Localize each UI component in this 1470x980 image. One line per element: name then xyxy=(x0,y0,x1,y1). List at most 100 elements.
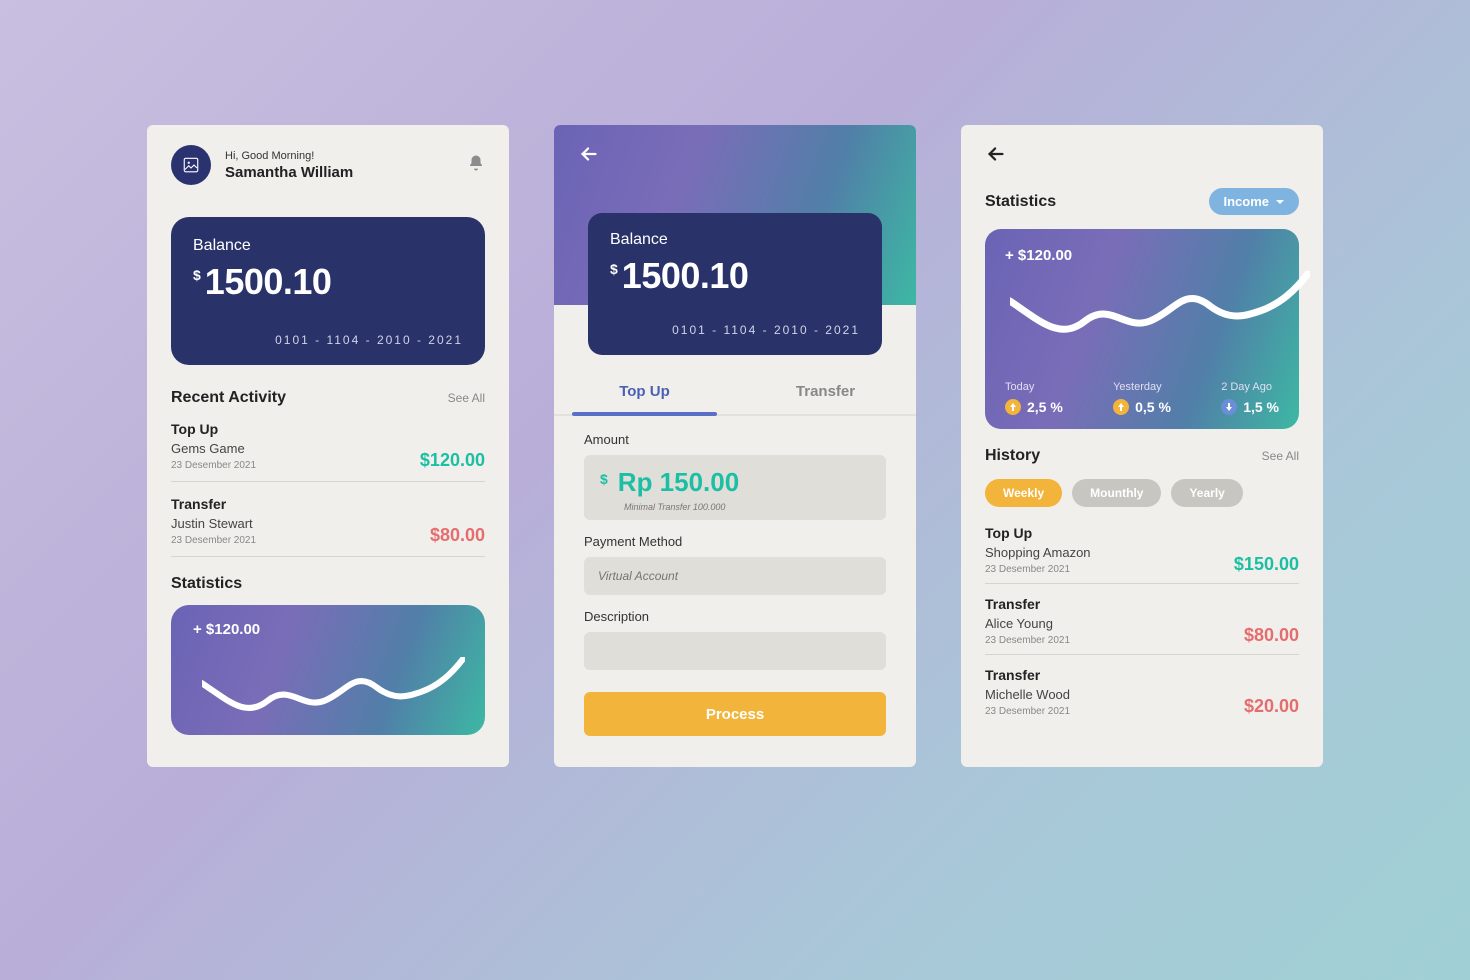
balance-card[interactable]: Balance $ 1500.10 0101 - 1104 - 2010 - 2… xyxy=(588,213,882,355)
history-item[interactable]: Top Up Shopping Amazon 23 Desember 2021 … xyxy=(985,513,1299,584)
balance-currency: $ xyxy=(610,261,618,277)
amount-currency: $ xyxy=(600,471,608,487)
tab-topup[interactable]: Top Up xyxy=(554,369,735,414)
activity-title: Top Up xyxy=(171,421,256,437)
method-input[interactable] xyxy=(584,557,886,595)
statistics-screen: Statistics Income + $120.00 Today 2,5 % xyxy=(961,125,1323,767)
stats-header: Statistics Income xyxy=(985,188,1299,215)
home-header: Hi, Good Morning! Samantha William xyxy=(147,125,509,197)
history-item[interactable]: Transfer Michelle Wood 23 Desember 2021 … xyxy=(985,655,1299,725)
period-chips: Weekly Mounthly Yearly xyxy=(985,479,1299,507)
history-item-date: 23 Desember 2021 xyxy=(985,706,1070,717)
chip-weekly[interactable]: Weekly xyxy=(985,479,1062,507)
stat-value: 0,5 % xyxy=(1135,399,1171,415)
history-item-date: 23 Desember 2021 xyxy=(985,564,1091,575)
chevron-down-icon xyxy=(1275,197,1285,207)
chip-yearly[interactable]: Yearly xyxy=(1171,479,1242,507)
history-item-title: Transfer xyxy=(985,596,1070,612)
recent-see-all[interactable]: See All xyxy=(448,391,485,405)
stats-delta: + $120.00 xyxy=(193,621,463,638)
description-input[interactable] xyxy=(584,632,886,670)
sparkline-chart xyxy=(1010,271,1310,351)
history-see-all[interactable]: See All xyxy=(1262,449,1299,463)
history-item-title: Transfer xyxy=(985,667,1070,683)
arrow-left-icon xyxy=(985,143,1007,165)
greeting-block: Hi, Good Morning! Samantha William xyxy=(225,150,353,181)
card-number: 0101 - 1104 - 2010 - 2021 xyxy=(275,333,463,347)
balance-label: Balance xyxy=(193,237,463,255)
history-item-sub: Alice Young xyxy=(985,616,1070,631)
history-header: History See All xyxy=(985,447,1299,465)
activity-item[interactable]: Transfer Justin Stewart 23 Desember 2021… xyxy=(171,482,485,557)
history-item-date: 23 Desember 2021 xyxy=(985,635,1070,646)
tab-transfer[interactable]: Transfer xyxy=(735,369,916,414)
stat-col: Today 2,5 % xyxy=(1005,381,1063,415)
activity-date: 23 Desember 2021 xyxy=(171,460,256,471)
header-gradient: Balance $ 1500.10 0101 - 1104 - 2010 - 2… xyxy=(554,125,916,305)
home-screen: Hi, Good Morning! Samantha William Balan… xyxy=(147,125,509,767)
process-button[interactable]: Process xyxy=(584,692,886,736)
history-item-title: Top Up xyxy=(985,525,1091,541)
stats-title: Statistics xyxy=(171,575,242,593)
recent-title: Recent Activity xyxy=(171,389,286,407)
stat-value: 2,5 % xyxy=(1027,399,1063,415)
stats-card[interactable]: + $120.00 xyxy=(171,605,485,735)
stat-col: 2 Day Ago 1,5 % xyxy=(1221,381,1279,415)
activity-sub: Gems Game xyxy=(171,441,256,456)
method-label: Payment Method xyxy=(584,534,886,549)
stat-columns: Today 2,5 % Yesterday 0,5 % 2 Day Ago xyxy=(1005,381,1279,415)
history-item-amount: $20.00 xyxy=(1244,696,1299,717)
history-title: History xyxy=(985,447,1040,465)
sparkline-chart xyxy=(202,657,465,727)
image-icon xyxy=(182,156,200,174)
back-button[interactable] xyxy=(985,143,1299,170)
activity-item[interactable]: Top Up Gems Game 23 Desember 2021 $120.0… xyxy=(171,407,485,482)
stats-delta: + $120.00 xyxy=(1005,247,1279,264)
topup-screen: Balance $ 1500.10 0101 - 1104 - 2010 - 2… xyxy=(554,125,916,767)
stat-label: Yesterday xyxy=(1113,381,1171,393)
activity-amount: $120.00 xyxy=(420,450,485,471)
amount-value: Rp 150.00 xyxy=(618,467,739,498)
bell-icon[interactable] xyxy=(467,154,485,177)
arrow-left-icon xyxy=(578,143,600,165)
stat-value: 1,5 % xyxy=(1243,399,1279,415)
income-filter-label: Income xyxy=(1223,194,1269,209)
arrow-down-icon xyxy=(1221,399,1237,415)
stats-header: Statistics xyxy=(147,575,509,593)
arrow-up-icon xyxy=(1005,399,1021,415)
user-name: Samantha William xyxy=(225,164,353,181)
activity-title: Transfer xyxy=(171,496,256,512)
activity-list: Top Up Gems Game 23 Desember 2021 $120.0… xyxy=(147,407,509,557)
balance-amount: 1500.10 xyxy=(622,255,749,297)
history-item-amount: $80.00 xyxy=(1244,625,1299,646)
stat-label: Today xyxy=(1005,381,1063,393)
greeting-text: Hi, Good Morning! xyxy=(225,150,353,162)
balance-currency: $ xyxy=(193,267,201,283)
min-note: Minimal Transfer 100.000 xyxy=(624,502,870,512)
back-button[interactable] xyxy=(578,143,600,170)
recent-header: Recent Activity See All xyxy=(147,389,509,407)
balance-card[interactable]: Balance $ 1500.10 0101 - 1104 - 2010 - 2… xyxy=(171,217,485,365)
desc-label: Description xyxy=(584,609,886,624)
amount-label: Amount xyxy=(584,432,886,447)
history-item-sub: Michelle Wood xyxy=(985,687,1070,702)
activity-sub: Justin Stewart xyxy=(171,516,256,531)
history-item-amount: $150.00 xyxy=(1234,554,1299,575)
history-item[interactable]: Transfer Alice Young 23 Desember 2021 $8… xyxy=(985,584,1299,655)
tabs: Top Up Transfer xyxy=(554,369,916,416)
arrow-up-icon xyxy=(1113,399,1129,415)
income-filter[interactable]: Income xyxy=(1209,188,1299,215)
card-number: 0101 - 1104 - 2010 - 2021 xyxy=(672,323,860,337)
history-item-sub: Shopping Amazon xyxy=(985,545,1091,560)
stats-card[interactable]: + $120.00 Today 2,5 % Yesterday 0,5 % xyxy=(985,229,1299,429)
stat-col: Yesterday 0,5 % xyxy=(1113,381,1171,415)
balance-label: Balance xyxy=(610,231,860,249)
balance-amount: 1500.10 xyxy=(205,261,332,303)
chip-monthly[interactable]: Mounthly xyxy=(1072,479,1161,507)
topup-form: Amount $ Rp 150.00 Minimal Transfer 100.… xyxy=(554,416,916,736)
amount-input[interactable]: $ Rp 150.00 Minimal Transfer 100.000 xyxy=(584,455,886,520)
history-list: Top Up Shopping Amazon 23 Desember 2021 … xyxy=(985,513,1299,725)
activity-date: 23 Desember 2021 xyxy=(171,535,256,546)
avatar[interactable] xyxy=(171,145,211,185)
stats-title: Statistics xyxy=(985,193,1056,211)
